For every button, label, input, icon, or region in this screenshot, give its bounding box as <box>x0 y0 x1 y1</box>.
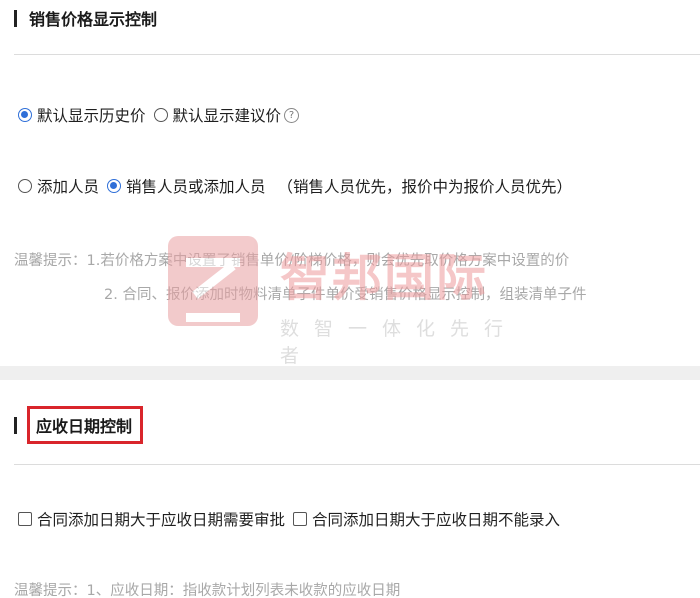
radio-option-add-person[interactable]: 添加人员 <box>18 175 99 197</box>
receivable-checkbox-group: 合同添加日期大于应收日期需要审批 合同添加日期大于应收日期不能录入 <box>18 508 568 530</box>
receivable-date-section: 应收日期控制 合同添加日期大于应收日期需要审批 合同添加日期大于应收日期不能录入… <box>0 380 700 598</box>
section-gap <box>0 366 700 380</box>
checkbox[interactable] <box>18 512 32 526</box>
title-bar <box>14 416 17 434</box>
price-display-section: 销售价格显示控制 默认显示历史价 默认显示建议价 ? 添加人员 销售人员或添加人… <box>0 0 700 367</box>
price-default-radio-group: 默认显示历史价 默认显示建议价 ? <box>18 104 300 126</box>
hint-text-line-1: 温馨提示：1.若价格方案中设置了销售单价/阶梯价格，则会优先取价格方案中设置的价 <box>14 253 570 269</box>
title-bar <box>14 9 17 27</box>
add-person-radio-group: 添加人员 销售人员或添加人员 （销售人员优先，报价中为报价人员优先） <box>18 175 572 197</box>
question-circle-icon[interactable]: ? <box>284 107 300 123</box>
radio-label: 默认显示历史价 <box>37 107 146 125</box>
radio-button[interactable] <box>18 179 32 193</box>
section-title-text-highlighted: 应收日期控制 <box>27 406 144 444</box>
radio-button-selected[interactable] <box>18 108 32 122</box>
section-title-receivable-date: 应收日期控制 <box>14 406 144 444</box>
priority-note: （销售人员优先，报价中为报价人员优先） <box>277 178 573 196</box>
checkbox-label: 合同添加日期大于应收日期需要审批 <box>37 511 286 529</box>
section-title-text: 销售价格显示控制 <box>29 10 158 29</box>
radio-label: 默认显示建议价 <box>172 107 282 125</box>
radio-option-sales-or-add-person[interactable]: 销售人员或添加人员 <box>107 175 266 197</box>
watermark-slogan: 数智一体化先行者 <box>280 318 519 367</box>
divider <box>14 54 700 55</box>
divider <box>14 464 700 465</box>
checkbox-option-approval-required[interactable]: 合同添加日期大于应收日期需要审批 <box>18 508 285 530</box>
radio-option-history-price[interactable]: 默认显示历史价 <box>18 104 146 126</box>
radio-label: 添加人员 <box>37 178 100 196</box>
radio-button[interactable] <box>153 108 168 122</box>
checkbox[interactable] <box>293 512 308 526</box>
checkbox-label: 合同添加日期大于应收日期不能录入 <box>312 511 561 529</box>
radio-option-suggested-price[interactable]: 默认显示建议价 <box>153 104 282 126</box>
hint-text-receivable: 温馨提示：1、应收日期：指收款计划列表未收款的应收日期 <box>14 583 401 598</box>
radio-label: 销售人员或添加人员 <box>126 178 266 196</box>
hint-text-line-2: 2. 合同、报价添加时物料清单子件单价受销售价格显示控制，组装清单子件 <box>104 287 587 303</box>
checkbox-option-cannot-enter[interactable]: 合同添加日期大于应收日期不能录入 <box>293 508 560 530</box>
section-title-price-display: 销售价格显示控制 <box>14 6 157 30</box>
radio-button-selected[interactable] <box>107 179 122 193</box>
